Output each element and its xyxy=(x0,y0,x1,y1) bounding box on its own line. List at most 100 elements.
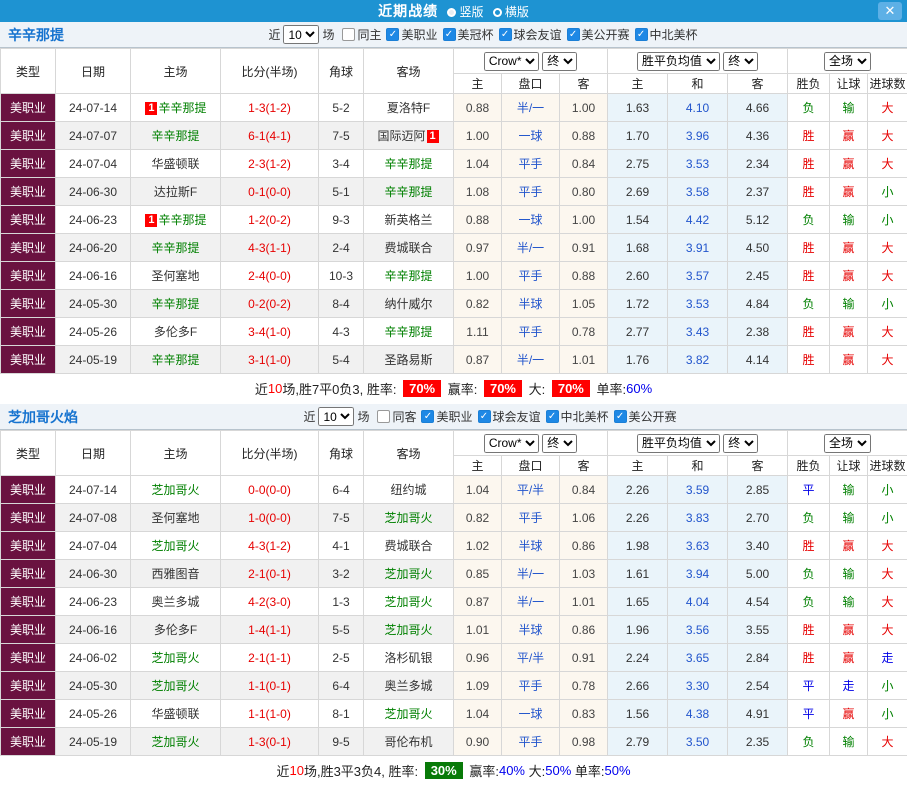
score-cell: 1-2(0-2) xyxy=(221,206,319,234)
same-venue-label: 同主 xyxy=(357,26,381,43)
checkbox-checked-icon[interactable]: ✓ xyxy=(443,28,456,41)
radio-selected-icon[interactable] xyxy=(447,8,456,17)
team-name: 辛辛那提 xyxy=(151,241,199,255)
checkbox-checked-icon[interactable]: ✓ xyxy=(499,28,512,41)
score-cell: 1-3(0-1) xyxy=(221,728,319,756)
checkbox-checked-icon[interactable]: ✓ xyxy=(614,410,627,423)
avg-cell: 2.45 xyxy=(728,262,788,290)
same-venue-checkbox[interactable]: 同客 xyxy=(377,408,416,425)
avg-cell: 2.26 xyxy=(608,476,668,504)
result-cell: 负 xyxy=(788,728,830,756)
team-cell: 芝加哥火 xyxy=(131,644,221,672)
avg-cell: 5.00 xyxy=(728,560,788,588)
team-cell: 奥兰多城 xyxy=(364,672,454,700)
league-cell: 美职业 xyxy=(1,262,56,290)
fullmatch-select[interactable]: 全场 xyxy=(824,434,871,453)
checkbox-checked-icon[interactable]: ✓ xyxy=(386,28,399,41)
date-cell: 24-06-20 xyxy=(56,234,131,262)
close-button[interactable]: ✕ xyxy=(878,2,902,20)
team-name: 奥兰多城 xyxy=(384,679,432,693)
match-row: 美职业24-06-30达拉斯F0-1(0-0)5-1辛辛那提1.08平手0.80… xyxy=(1,178,907,206)
date-cell: 24-05-26 xyxy=(56,318,131,346)
checkbox-checked-icon[interactable]: ✓ xyxy=(478,410,491,423)
corner-cell: 9-3 xyxy=(319,206,364,234)
odds-cell: 1.04 xyxy=(454,150,502,178)
result-cell: 大 xyxy=(868,262,907,290)
corner-cell: 3-2 xyxy=(319,560,364,588)
team-cell: 芝加哥火 xyxy=(364,616,454,644)
summary-segment: 场,胜7平0负3, 胜率: xyxy=(282,382,400,397)
match-row: 美职业24-06-231辛辛那提1-2(0-2)9-3新英格兰0.88一球1.0… xyxy=(1,206,907,234)
fullmatch-select[interactable]: 全场 xyxy=(824,52,871,71)
league-label: 美职业 xyxy=(401,26,437,43)
avg-cell: 2.77 xyxy=(608,318,668,346)
avg-select[interactable]: 胜平负均值 xyxy=(637,434,720,453)
col-home: 主场 xyxy=(131,49,221,94)
checkbox-checked-icon[interactable]: ✓ xyxy=(635,28,648,41)
avg-state-select[interactable]: 终 xyxy=(723,434,758,453)
avg-state-select[interactable]: 终 xyxy=(723,52,758,71)
red-card-badge: 1 xyxy=(145,214,157,227)
result-cell: 输 xyxy=(830,290,868,318)
corner-cell: 7-5 xyxy=(319,122,364,150)
avg-cell: 4.36 xyxy=(728,122,788,150)
odds-cell: 半球 xyxy=(502,616,560,644)
avg-group-header: 胜平负均值 终 xyxy=(608,431,788,456)
odds-cell: 0.82 xyxy=(454,290,502,318)
league-cell: 美职业 xyxy=(1,588,56,616)
corner-cell: 3-4 xyxy=(319,150,364,178)
same-venue-label: 同客 xyxy=(392,408,416,425)
date-cell: 24-06-30 xyxy=(56,560,131,588)
team-name: 华盛顿联 xyxy=(151,157,199,171)
result-cell: 小 xyxy=(868,290,907,318)
bookmaker-select[interactable]: Crow* xyxy=(484,52,539,71)
league-checkbox[interactable]: ✓美冠杯 xyxy=(443,26,494,43)
result-cell: 胜 xyxy=(788,532,830,560)
odds-state-select[interactable]: 终 xyxy=(542,434,577,453)
result-cell: 负 xyxy=(788,290,830,318)
bookmaker-select[interactable]: Crow* xyxy=(484,434,539,453)
view-option-horizontal[interactable]: 横版 xyxy=(493,5,529,19)
odds-cell: 1.11 xyxy=(454,318,502,346)
avg-cell: 3.43 xyxy=(668,318,728,346)
checkbox-unchecked-icon[interactable] xyxy=(377,410,390,423)
league-cell: 美职业 xyxy=(1,290,56,318)
team-name: 芝加哥火 xyxy=(384,567,432,581)
radio-icon[interactable] xyxy=(493,8,502,17)
match-count-select[interactable]: 10 xyxy=(283,25,319,44)
result-cell: 负 xyxy=(788,504,830,532)
avg-select[interactable]: 胜平负均值 xyxy=(637,52,720,71)
team-cell: 国际迈阿1 xyxy=(364,122,454,150)
checkbox-checked-icon[interactable]: ✓ xyxy=(567,28,580,41)
league-checkbox[interactable]: ✓中北美杯 xyxy=(546,408,609,425)
league-checkbox[interactable]: ✓球会友谊 xyxy=(499,26,562,43)
date-cell: 24-05-26 xyxy=(56,700,131,728)
league-checkbox[interactable]: ✓美职业 xyxy=(386,26,437,43)
result-cell: 大 xyxy=(868,234,907,262)
filter-bar: 近 10 场 同主 ✓美职业✓美冠杯✓球会友谊✓美公开赛✓中北美杯 xyxy=(64,25,899,44)
league-checkbox[interactable]: ✓美职业 xyxy=(421,408,472,425)
team-cell: 新英格兰 xyxy=(364,206,454,234)
odds-cell: 半/一 xyxy=(502,588,560,616)
odds-cell: 半球 xyxy=(502,290,560,318)
league-checkboxes: ✓美职业✓美冠杯✓球会友谊✓美公开赛✓中北美杯 xyxy=(381,26,697,43)
league-label: 美职业 xyxy=(436,408,472,425)
checkbox-checked-icon[interactable]: ✓ xyxy=(421,410,434,423)
result-cell: 胜 xyxy=(788,262,830,290)
matches-tbody: 美职业24-07-14芝加哥火0-0(0-0)6-4纽约城1.04平/半0.84… xyxy=(1,476,907,756)
odds-state-select[interactable]: 终 xyxy=(542,52,577,71)
league-checkbox[interactable]: ✓中北美杯 xyxy=(635,26,698,43)
league-checkbox[interactable]: ✓球会友谊 xyxy=(478,408,541,425)
result-cell: 赢 xyxy=(830,616,868,644)
view-option-vertical[interactable]: 竖版 xyxy=(447,5,483,19)
checkbox-unchecked-icon[interactable] xyxy=(342,28,355,41)
league-checkbox[interactable]: ✓美公开赛 xyxy=(567,26,630,43)
team-name: 圣何塞地 xyxy=(151,269,199,283)
odds-cell: 一球 xyxy=(502,206,560,234)
league-checkbox[interactable]: ✓美公开赛 xyxy=(614,408,677,425)
checkbox-checked-icon[interactable]: ✓ xyxy=(546,410,559,423)
summary-line: 近10场,胜7平0负3, 胜率: 70% 赢率: 70% 大: 70% 单率:6… xyxy=(0,374,907,404)
same-venue-checkbox[interactable]: 同主 xyxy=(342,26,381,43)
match-count-select[interactable]: 10 xyxy=(318,407,354,426)
full-group-header: 全场 xyxy=(788,431,907,456)
